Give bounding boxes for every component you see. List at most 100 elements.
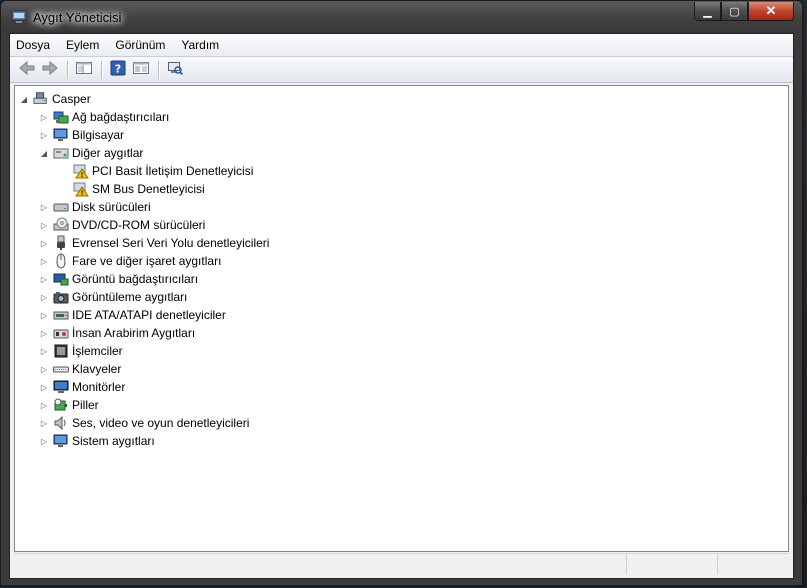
tree-item-category[interactable]: ▷ Fare ve diğer işaret aygıtları (39, 252, 221, 270)
menu-action[interactable]: Eylem (58, 38, 107, 52)
expand-arrow-icon[interactable]: ▷ (39, 216, 49, 234)
tree-item-category[interactable]: ▷ DVD/CD-ROM sürücüleri (39, 216, 205, 234)
menu-help[interactable]: Yardım (173, 38, 227, 52)
computer-root-icon (33, 91, 49, 107)
close-icon: ✕ (765, 3, 777, 18)
tree-item-category[interactable]: ▷ İnsan Arabirim Aygıtları (39, 324, 195, 342)
client-area: Dosya Eylem Görünüm Yardım ? ◢ Casper ▷ Ağ bağ… (9, 33, 794, 579)
ide-controller-icon (53, 307, 69, 323)
tree-item-category[interactable]: ▷ Bilgisayar (39, 126, 124, 144)
dvd-drive-icon (53, 217, 69, 233)
collapse-arrow-icon[interactable]: ◢ (39, 144, 49, 162)
tree-item-label: SM Bus Denetleyicisi (92, 182, 205, 196)
warning-device-icon (73, 163, 89, 179)
tree-item-label: Casper (52, 92, 91, 106)
device-tree[interactable]: ◢ Casper ▷ Ağ bağdaştırıcıları ▷ Bilgisayar ◢ D… (14, 85, 789, 552)
processor-icon (53, 343, 69, 359)
maximize-button[interactable]: ▢ (721, 2, 748, 21)
svg-text:?: ? (115, 63, 121, 76)
expand-arrow-icon[interactable]: ▷ (39, 324, 49, 342)
tree-item-category[interactable]: ▷ Sistem aygıtları (39, 432, 155, 450)
tree-item-label: İşlemciler (72, 344, 123, 358)
tree-item-category[interactable]: ▷ İşlemciler (39, 342, 123, 360)
show-hide-console-tree-button[interactable] (73, 60, 95, 80)
properties-button[interactable] (130, 60, 152, 80)
warning-device-icon (73, 181, 89, 197)
tree-item-category[interactable]: ▷ IDE ATA/ATAPI denetleyiciler (39, 306, 226, 324)
status-cell-2 (627, 554, 718, 574)
tree-item-label: DVD/CD-ROM sürücüleri (72, 218, 206, 232)
monitor-icon (53, 379, 69, 395)
battery-icon (53, 397, 69, 413)
tree-root-casper[interactable]: ◢ Casper (19, 90, 91, 108)
expand-arrow-icon[interactable]: ▷ (39, 108, 49, 126)
tree-item-label: Monitörler (72, 380, 126, 394)
tree-item-category[interactable]: ▷ Disk sürücüleri (39, 198, 151, 216)
expand-arrow-icon[interactable]: ▷ (39, 306, 49, 324)
tree-item-label: Görüntü bağdaştırıcıları (72, 272, 199, 286)
status-bar (14, 553, 789, 576)
caption-buttons: ▁ ▢ ✕ (694, 2, 794, 21)
keyboard-icon (53, 361, 69, 377)
tree-item-label: Ağ bağdaştırıcıları (72, 110, 170, 124)
device-manager-window: Aygıt Yöneticisi ▁ ▢ ✕ Dosya Eylem Görünüm… (0, 0, 803, 586)
forward-button[interactable] (39, 60, 61, 80)
tree-item-device[interactable]: SM Bus Denetleyicisi (59, 180, 205, 198)
disk-drive-icon (53, 199, 69, 215)
expand-arrow-icon[interactable]: ▷ (39, 270, 49, 288)
tree-item-category[interactable]: ▷ Klavyeler (39, 360, 121, 378)
sound-icon (53, 415, 69, 431)
mouse-icon (53, 253, 69, 269)
tree-item-category[interactable]: ▷ Görüntüleme aygıtları (39, 288, 187, 306)
expand-arrow-icon[interactable]: ▷ (39, 342, 49, 360)
expand-arrow-icon[interactable]: ▷ (39, 288, 49, 306)
menu-bar: Dosya Eylem Görünüm Yardım (10, 34, 793, 57)
tree-item-device[interactable]: PCI Basit İletişim Denetleyicisi (59, 162, 253, 180)
minimize-button[interactable]: ▁ (694, 2, 721, 21)
tree-item-category[interactable]: ▷ Piller (39, 396, 99, 414)
tree-item-category[interactable]: ▷ Evrensel Seri Veri Yolu denetleyicileri (39, 234, 269, 252)
expand-arrow-icon[interactable]: ▷ (39, 360, 49, 378)
tree-item-category[interactable]: ◢ Diğer aygıtlar (39, 144, 143, 162)
maximize-icon: ▢ (729, 5, 740, 18)
device-manager-app-icon (11, 10, 27, 24)
expand-arrow-icon[interactable]: ▷ (39, 198, 49, 216)
status-cell-main (14, 554, 627, 574)
hid-icon (53, 325, 69, 341)
status-cell-3 (718, 554, 789, 574)
tree-item-label: Diğer aygıtlar (72, 146, 144, 160)
back-button[interactable] (16, 60, 38, 80)
tree-item-category[interactable]: ▷ Görüntü bağdaştırıcıları (39, 270, 198, 288)
minimize-icon: ▁ (703, 5, 712, 18)
menu-file[interactable]: Dosya (10, 38, 58, 52)
tree-item-label: Görüntüleme aygıtları (72, 290, 188, 304)
help-button[interactable]: ? (107, 60, 129, 80)
expand-arrow-icon[interactable]: ▷ (39, 396, 49, 414)
tree-item-category[interactable]: ▷ Monitörler (39, 378, 125, 396)
expand-arrow-icon[interactable]: ▷ (39, 252, 49, 270)
expand-arrow-icon[interactable]: ▷ (39, 126, 49, 144)
expand-arrow-icon[interactable]: ▷ (39, 234, 49, 252)
imaging-device-icon (53, 289, 69, 305)
tree-item-label: IDE ATA/ATAPI denetleyiciler (72, 308, 226, 322)
system-device-icon (53, 433, 69, 449)
close-button[interactable]: ✕ (748, 2, 794, 21)
show-hide-console-tree-icon (75, 60, 93, 79)
scan-hardware-icon (166, 60, 184, 79)
collapse-arrow-icon[interactable]: ◢ (19, 90, 29, 108)
tree-item-label: Ses, video ve oyun denetleyicileri (72, 416, 250, 430)
expand-arrow-icon[interactable]: ▷ (39, 378, 49, 396)
menu-view[interactable]: Görünüm (107, 38, 173, 52)
back-icon (18, 60, 36, 79)
forward-icon (41, 60, 59, 79)
tree-item-label: Sistem aygıtları (72, 434, 155, 448)
tree-item-label: PCI Basit İletişim Denetleyicisi (92, 164, 254, 178)
title-bar[interactable]: Aygıt Yöneticisi ▁ ▢ ✕ (1, 1, 802, 33)
scan-hardware-button[interactable] (164, 60, 186, 80)
expand-arrow-icon[interactable]: ▷ (39, 414, 49, 432)
expand-arrow-icon[interactable]: ▷ (39, 432, 49, 450)
tree-item-label: Evrensel Seri Veri Yolu denetleyicileri (72, 236, 270, 250)
tree-item-category[interactable]: ▷ Ses, video ve oyun denetleyicileri (39, 414, 249, 432)
tree-item-category[interactable]: ▷ Ağ bağdaştırıcıları (39, 108, 169, 126)
